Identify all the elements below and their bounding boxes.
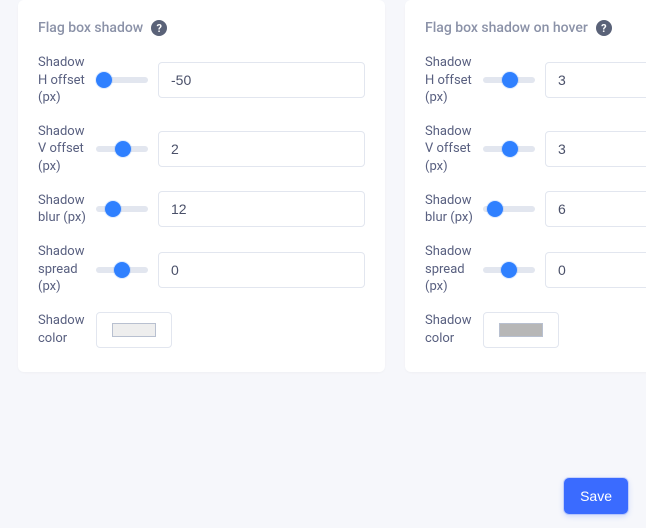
help-icon[interactable]: ? bbox=[596, 20, 612, 36]
shadow-h-offset-row: Shadow H offset (px) bbox=[38, 54, 365, 107]
slider-wrap bbox=[483, 77, 535, 83]
panel-header: Flag box shadow ? bbox=[38, 20, 365, 36]
shadow-blur-input[interactable] bbox=[545, 191, 646, 227]
shadow-blur-slider[interactable] bbox=[96, 206, 148, 212]
slider-wrap bbox=[96, 206, 148, 212]
shadow-blur-slider[interactable] bbox=[483, 206, 535, 212]
flag-box-shadow-hover-panel: Flag box shadow on hover ? Shadow H offs… bbox=[405, 0, 646, 372]
shadow-h-offset-row: Shadow H offset (px) bbox=[425, 54, 646, 107]
shadow-spread-row: Shadow spread (px) bbox=[38, 243, 365, 296]
flag-box-shadow-panel: Flag box shadow ? Shadow H offset (px) S… bbox=[18, 0, 385, 372]
panel-title: Flag box shadow bbox=[38, 20, 143, 36]
shadow-v-offset-input[interactable] bbox=[158, 131, 365, 167]
shadow-v-offset-slider[interactable] bbox=[483, 146, 535, 152]
slider-wrap bbox=[483, 206, 535, 212]
shadow-color-row: Shadow color bbox=[38, 312, 365, 348]
field-label: Shadow V offset (px) bbox=[38, 123, 86, 176]
field-label: Shadow blur (px) bbox=[38, 192, 86, 227]
shadow-spread-row: Shadow spread (px) bbox=[425, 243, 646, 296]
shadow-v-offset-row: Shadow V offset (px) bbox=[38, 123, 365, 176]
shadow-spread-slider[interactable] bbox=[96, 267, 148, 273]
help-icon[interactable]: ? bbox=[151, 20, 167, 36]
field-label: Shadow spread (px) bbox=[425, 243, 473, 296]
shadow-spread-slider[interactable] bbox=[483, 267, 535, 273]
field-label: Shadow spread (px) bbox=[38, 243, 86, 296]
field-label: Shadow H offset (px) bbox=[425, 54, 473, 107]
field-label: Shadow color bbox=[425, 312, 473, 347]
slider-wrap bbox=[483, 267, 535, 273]
shadow-color-picker[interactable] bbox=[96, 312, 172, 348]
field-label: Shadow H offset (px) bbox=[38, 54, 86, 107]
slider-wrap bbox=[96, 77, 148, 83]
panel-title: Flag box shadow on hover bbox=[425, 20, 588, 36]
shadow-spread-input[interactable] bbox=[545, 252, 646, 288]
slider-wrap bbox=[483, 146, 535, 152]
color-swatch-icon bbox=[499, 323, 543, 337]
shadow-color-row: Shadow color bbox=[425, 312, 646, 348]
field-label: Shadow V offset (px) bbox=[425, 123, 473, 176]
field-label: Shadow blur (px) bbox=[425, 192, 473, 227]
color-swatch-icon bbox=[112, 323, 156, 337]
slider-wrap bbox=[96, 267, 148, 273]
shadow-blur-input[interactable] bbox=[158, 191, 365, 227]
slider-wrap bbox=[96, 146, 148, 152]
shadow-v-offset-input[interactable] bbox=[545, 131, 646, 167]
shadow-h-offset-slider[interactable] bbox=[483, 77, 535, 83]
shadow-h-offset-slider[interactable] bbox=[96, 77, 148, 83]
shadow-color-picker[interactable] bbox=[483, 312, 559, 348]
save-button[interactable]: Save bbox=[564, 478, 628, 514]
shadow-blur-row: Shadow blur (px) bbox=[38, 191, 365, 227]
field-label: Shadow color bbox=[38, 312, 86, 347]
shadow-v-offset-row: Shadow V offset (px) bbox=[425, 123, 646, 176]
panel-header: Flag box shadow on hover ? bbox=[425, 20, 646, 36]
shadow-v-offset-slider[interactable] bbox=[96, 146, 148, 152]
shadow-h-offset-input[interactable] bbox=[545, 62, 646, 98]
shadow-spread-input[interactable] bbox=[158, 252, 365, 288]
shadow-h-offset-input[interactable] bbox=[158, 62, 365, 98]
shadow-blur-row: Shadow blur (px) bbox=[425, 191, 646, 227]
